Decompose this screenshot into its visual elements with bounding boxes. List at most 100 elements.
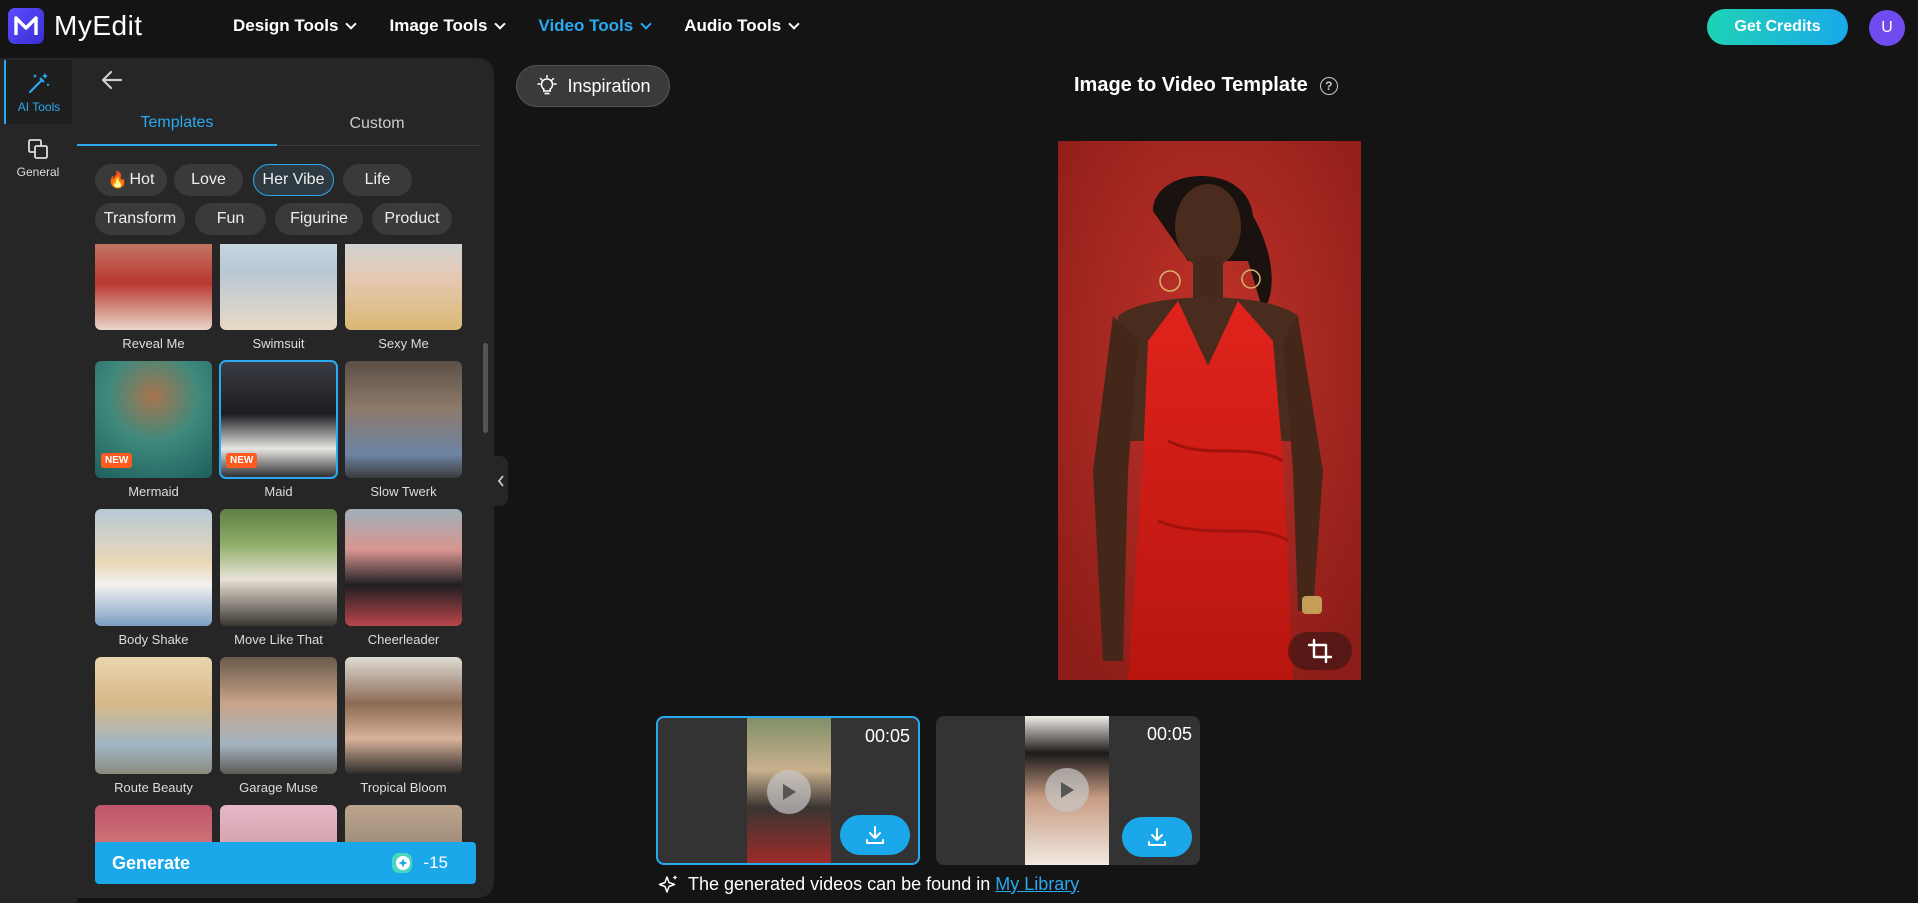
magic-wand-icon bbox=[28, 73, 50, 94]
chip-product[interactable]: Product bbox=[372, 203, 452, 235]
chevron-down-icon bbox=[788, 18, 800, 30]
chip-love[interactable]: Love bbox=[174, 164, 243, 196]
chevron-left-icon bbox=[497, 475, 504, 487]
template-label: Maid bbox=[264, 484, 293, 499]
video-duration: 00:05 bbox=[1146, 724, 1192, 744]
template-label: Reveal Me bbox=[122, 336, 185, 351]
collapse-panel-button[interactable] bbox=[494, 456, 508, 506]
download-button[interactable] bbox=[1122, 817, 1192, 857]
tab-templates[interactable]: Templates bbox=[77, 102, 277, 146]
play-icon[interactable] bbox=[767, 770, 811, 814]
template-label: Cheerleader bbox=[367, 632, 440, 647]
template-label: Sexy Me bbox=[378, 336, 429, 351]
fire-icon: 🔥 bbox=[107, 172, 128, 189]
library-note-text: The generated videos can be found in bbox=[688, 873, 991, 894]
template-thumbnail bbox=[220, 244, 337, 330]
template-scrollbar[interactable] bbox=[483, 343, 488, 433]
download-button[interactable] bbox=[840, 815, 910, 855]
template-thumbnail bbox=[345, 657, 462, 774]
rail-ai-tools[interactable]: AI Tools bbox=[4, 60, 72, 124]
credit-icon bbox=[392, 853, 413, 873]
crop-button[interactable] bbox=[1288, 632, 1352, 670]
template-card[interactable] bbox=[95, 805, 212, 844]
chip-transform[interactable]: Transform bbox=[95, 203, 185, 235]
nav-image-tools[interactable]: Image Tools bbox=[389, 16, 507, 36]
template-card[interactable]: Body Shake bbox=[95, 509, 212, 647]
my-library-link[interactable]: My Library bbox=[995, 874, 1079, 895]
woman-red-dress-photo bbox=[1058, 141, 1361, 680]
template-card[interactable]: Sexy Me bbox=[345, 244, 462, 351]
template-thumbnail bbox=[95, 657, 212, 774]
template-card[interactable]: Garage Muse bbox=[220, 657, 337, 795]
template-card[interactable] bbox=[345, 805, 462, 844]
result-video-card[interactable]: 00:05 bbox=[936, 716, 1200, 865]
chip-hot[interactable]: 🔥 Hot bbox=[95, 164, 167, 196]
template-label: Slow Twerk bbox=[370, 484, 437, 499]
help-icon[interactable]: ? bbox=[1319, 76, 1338, 95]
template-card[interactable]: Slow Twerk bbox=[345, 361, 462, 499]
template-card[interactable]: Tropical Bloom bbox=[345, 657, 462, 795]
user-avatar[interactable]: U bbox=[1869, 10, 1905, 46]
download-icon bbox=[866, 826, 884, 844]
top-bar: MyEdit Design Tools Image Tools Video To… bbox=[0, 0, 1918, 56]
tab-custom[interactable]: Custom bbox=[277, 102, 477, 146]
template-card[interactable]: Swimsuit bbox=[220, 244, 337, 351]
inspiration-button[interactable]: Inspiration bbox=[516, 65, 670, 107]
new-badge: NEW bbox=[101, 453, 133, 468]
sparkle-icon bbox=[658, 875, 678, 893]
chevron-down-icon bbox=[494, 18, 507, 30]
page-title-text: Image to Video Template bbox=[1074, 74, 1308, 96]
template-card[interactable]: Cheerleader bbox=[345, 509, 462, 647]
rail-label: General bbox=[16, 165, 60, 179]
page-title: Image to Video Template ? bbox=[1074, 74, 1338, 97]
template-panel: Templates Custom 🔥 Hot Love Her Vibe Life… bbox=[77, 58, 494, 898]
nav-video-tools[interactable]: Video Tools bbox=[538, 16, 652, 36]
video-duration: 00:05 bbox=[864, 726, 910, 746]
get-credits-button[interactable]: Get Credits bbox=[1707, 9, 1848, 45]
nav-label: Video Tools bbox=[538, 16, 634, 35]
generate-label: Generate bbox=[112, 852, 191, 873]
result-video-card[interactable]: 00:05 bbox=[656, 716, 920, 865]
template-card[interactable]: Route Beauty bbox=[95, 657, 212, 795]
chip-her-vibe[interactable]: Her Vibe bbox=[253, 164, 334, 196]
template-label: Swimsuit bbox=[252, 336, 305, 351]
main-nav: Design Tools Image Tools Video Tools Aud… bbox=[233, 16, 832, 36]
template-card[interactable] bbox=[220, 805, 337, 844]
template-card[interactable]: NEW Maid bbox=[219, 360, 338, 499]
layers-icon bbox=[28, 139, 48, 159]
rail-general[interactable]: General bbox=[4, 126, 72, 190]
myedit-logo[interactable]: MyEdit bbox=[8, 8, 143, 44]
template-thumbnail bbox=[345, 805, 462, 844]
template-thumbnail bbox=[220, 509, 337, 626]
nav-design-tools[interactable]: Design Tools bbox=[233, 16, 358, 36]
inspiration-label: Inspiration bbox=[567, 75, 651, 96]
chip-figurine[interactable]: Figurine bbox=[275, 203, 363, 235]
left-rail: AI Tools General bbox=[0, 58, 77, 903]
back-arrow-icon[interactable] bbox=[97, 66, 127, 94]
template-thumbnail bbox=[95, 805, 212, 844]
template-thumbnail: NEW bbox=[219, 360, 338, 479]
play-icon[interactable] bbox=[1045, 768, 1089, 812]
download-icon bbox=[1148, 828, 1166, 846]
generate-button[interactable]: Generate -15 bbox=[95, 842, 476, 884]
template-thumbnail bbox=[345, 509, 462, 626]
new-badge: NEW bbox=[226, 453, 258, 468]
template-card[interactable]: Reveal Me bbox=[95, 244, 212, 351]
nav-label: Audio Tools bbox=[684, 16, 782, 35]
library-note: The generated videos can be found in My … bbox=[658, 873, 1079, 895]
template-grid: Reveal Me Swimsuit Sexy Me NEW Mermaid N… bbox=[95, 244, 475, 844]
chip-life[interactable]: Life bbox=[343, 164, 412, 196]
template-label: Tropical Bloom bbox=[360, 780, 447, 795]
template-thumbnail bbox=[220, 657, 337, 774]
generate-cost: -15 bbox=[391, 852, 448, 874]
lightbulb-icon bbox=[537, 75, 558, 95]
nav-audio-tools[interactable]: Audio Tools bbox=[684, 16, 800, 36]
template-card[interactable]: Move Like That bbox=[220, 509, 337, 647]
chevron-down-icon bbox=[345, 18, 358, 30]
template-card[interactable]: NEW Mermaid bbox=[95, 361, 212, 499]
template-thumbnail bbox=[95, 244, 212, 330]
crop-icon bbox=[1307, 638, 1333, 664]
template-thumbnail bbox=[95, 509, 212, 626]
template-label: Body Shake bbox=[118, 632, 189, 647]
chip-fun[interactable]: Fun bbox=[195, 203, 266, 235]
